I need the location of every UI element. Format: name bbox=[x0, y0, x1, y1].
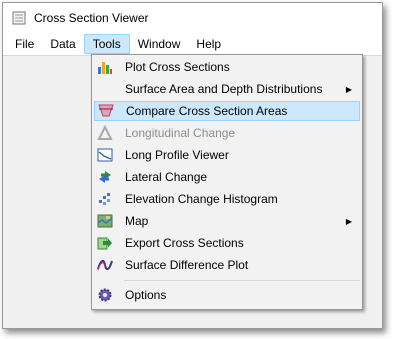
submenu-arrow-icon: ▶ bbox=[345, 216, 352, 226]
menu-tools[interactable]: Tools bbox=[83, 34, 130, 54]
delta-icon bbox=[97, 125, 113, 141]
menu-item-compare-areas[interactable]: Compare Cross Section Areas bbox=[94, 101, 360, 121]
submenu-arrow-icon: ▶ bbox=[345, 84, 352, 94]
menu-bar: File Data Tools Window Help bbox=[3, 34, 382, 54]
empty-icon-slot bbox=[97, 81, 113, 97]
menu-window[interactable]: Window bbox=[130, 34, 189, 54]
bar-chart-icon bbox=[97, 59, 113, 75]
menu-item-label: Map bbox=[125, 214, 149, 228]
histogram-icon bbox=[97, 191, 113, 207]
menu-item-longitudinal-change[interactable]: Longitudinal Change bbox=[94, 123, 360, 143]
menu-file[interactable]: File bbox=[7, 34, 42, 54]
menu-item-elevation-histogram[interactable]: Elevation Change Histogram bbox=[94, 189, 360, 209]
cross-section-area-icon bbox=[98, 103, 114, 119]
gear-icon bbox=[97, 287, 113, 303]
menu-item-lateral-change[interactable]: Lateral Change bbox=[94, 167, 360, 187]
menu-item-map[interactable]: Map ▶ bbox=[94, 211, 360, 231]
menu-item-label: Elevation Change Histogram bbox=[125, 192, 278, 206]
menu-item-label: Longitudinal Change bbox=[125, 126, 236, 140]
menu-separator bbox=[124, 280, 360, 281]
profile-chart-icon bbox=[97, 147, 113, 163]
menu-item-label: Lateral Change bbox=[125, 170, 208, 184]
title-bar: Cross Section Viewer bbox=[3, 3, 382, 33]
map-icon bbox=[97, 213, 113, 229]
menu-item-export-cross-sections[interactable]: Export Cross Sections bbox=[94, 233, 360, 253]
wave-icon bbox=[97, 257, 113, 273]
menu-item-label: Plot Cross Sections bbox=[125, 60, 230, 74]
window-title: Cross Section Viewer bbox=[34, 11, 149, 25]
menu-item-long-profile-viewer[interactable]: Long Profile Viewer bbox=[94, 145, 360, 165]
menu-item-label: Compare Cross Section Areas bbox=[126, 104, 288, 118]
tools-dropdown-menu: Plot Cross Sections Surface Area and Dep… bbox=[91, 54, 363, 310]
menu-data[interactable]: Data bbox=[42, 34, 83, 54]
export-arrow-icon bbox=[97, 235, 113, 251]
menu-item-label: Export Cross Sections bbox=[125, 236, 244, 250]
menu-item-label: Surface Difference Plot bbox=[125, 258, 249, 272]
lateral-arrows-icon bbox=[97, 169, 113, 185]
app-icon bbox=[12, 11, 26, 25]
menu-item-surface-difference[interactable]: Surface Difference Plot bbox=[94, 255, 360, 275]
menu-item-plot-cross-sections[interactable]: Plot Cross Sections bbox=[94, 57, 360, 77]
menu-item-label: Surface Area and Depth Distributions bbox=[125, 82, 323, 96]
menu-item-surface-area[interactable]: Surface Area and Depth Distributions ▶ bbox=[94, 79, 360, 99]
app-window: Cross Section Viewer File Data Tools Win… bbox=[2, 2, 383, 329]
menu-item-label: Options bbox=[125, 288, 167, 302]
menu-item-label: Long Profile Viewer bbox=[125, 148, 229, 162]
menu-help[interactable]: Help bbox=[188, 34, 229, 54]
menu-item-options[interactable]: Options bbox=[94, 285, 360, 305]
